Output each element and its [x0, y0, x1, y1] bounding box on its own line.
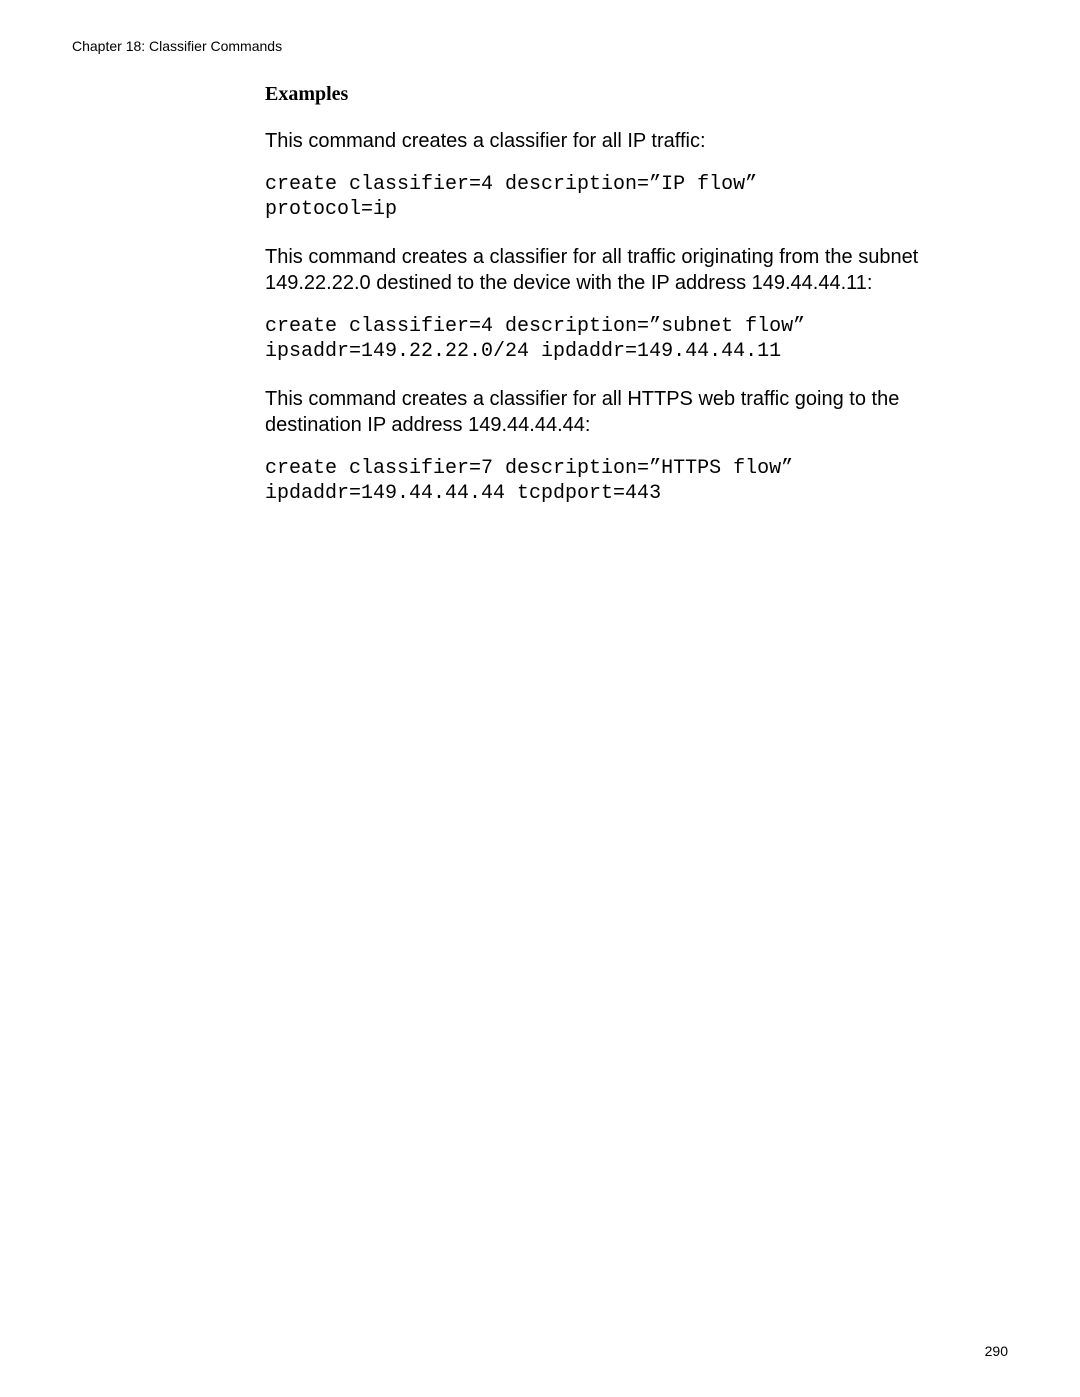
code-block-3: create classifier=7 description=”HTTPS f…: [265, 456, 985, 506]
main-content: Examples This command creates a classifi…: [265, 83, 985, 528]
page-number: 290: [985, 1343, 1008, 1359]
paragraph-3: This command creates a classifier for al…: [265, 386, 985, 438]
section-heading-examples: Examples: [265, 83, 985, 106]
paragraph-1: This command creates a classifier for al…: [265, 128, 985, 154]
chapter-header: Chapter 18: Classifier Commands: [72, 38, 282, 54]
code-block-1: create classifier=4 description=”IP flow…: [265, 172, 985, 222]
paragraph-2: This command creates a classifier for al…: [265, 244, 985, 296]
code-block-2: create classifier=4 description=”subnet …: [265, 314, 985, 364]
